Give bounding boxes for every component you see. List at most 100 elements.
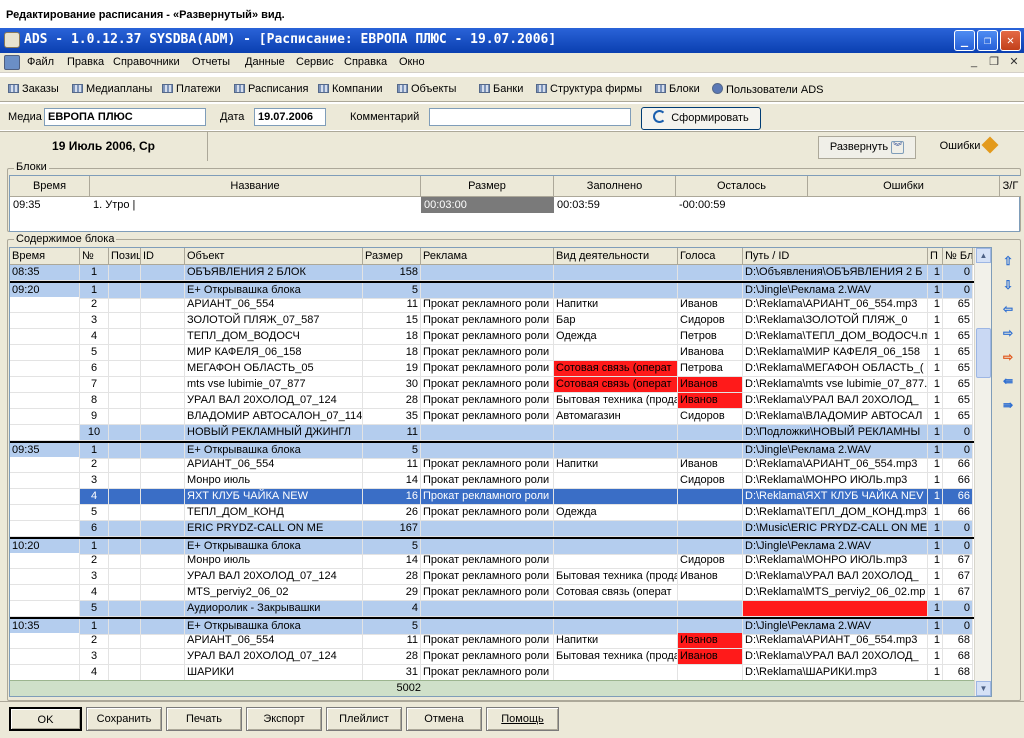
- cell-p[interactable]: 1: [928, 329, 943, 345]
- cell-size[interactable]: 26: [363, 505, 421, 521]
- scrollbar-thumb[interactable]: [976, 328, 991, 378]
- cell-advertising[interactable]: Прокат рекламного роли: [421, 345, 554, 361]
- cell-object[interactable]: Аудиоролик - Закрывашки: [185, 601, 363, 617]
- col-p[interactable]: П: [928, 248, 943, 265]
- cell-activity[interactable]: Бытовая техника (прода: [554, 569, 678, 585]
- scroll-down-icon[interactable]: ▼: [976, 681, 991, 696]
- blocks-col-zg[interactable]: З/Г: [1000, 176, 1021, 197]
- cell-time[interactable]: [10, 313, 80, 329]
- cell-path[interactable]: D:\Reklama\АРИАНТ_06_554.mp3: [743, 457, 928, 473]
- cell-advertising[interactable]: Прокат рекламного роли: [421, 329, 554, 345]
- cell-advertising[interactable]: [421, 601, 554, 617]
- cell-advertising[interactable]: Прокат рекламного роли: [421, 313, 554, 329]
- cell-id[interactable]: [141, 393, 185, 409]
- cell-advertising[interactable]: Прокат рекламного роли: [421, 569, 554, 585]
- cell-activity[interactable]: Напитки: [554, 297, 678, 313]
- cell-path[interactable]: D:\Подложки\НОВЫЙ РЕКЛАМНЫ: [743, 425, 928, 441]
- table-row[interactable]: 2 Монро июль 14 Прокат рекламного роли Сидор…: [10, 553, 991, 569]
- cell-size[interactable]: 35: [363, 409, 421, 425]
- cell-activity[interactable]: Напитки: [554, 633, 678, 649]
- table-row[interactable]: 3 Монро июль 14 Прокат рекламного роли Сидор…: [10, 473, 991, 489]
- cell-position[interactable]: [109, 489, 141, 505]
- cell-block-number[interactable]: 66: [943, 473, 973, 489]
- cell-size[interactable]: 31: [363, 665, 421, 681]
- cell-object[interactable]: МИР КАФЕЛЯ_06_158: [185, 345, 363, 361]
- cell-voices[interactable]: [678, 521, 743, 537]
- cell-id[interactable]: [141, 585, 185, 601]
- cell-position[interactable]: [109, 409, 141, 425]
- table-row[interactable]: 9 ВЛАДОМИР АВТОСАЛОН_07_114 35 Прокат рекла…: [10, 409, 991, 425]
- blocks-col-name[interactable]: Название: [90, 176, 421, 197]
- cell-number[interactable]: 9: [80, 409, 109, 425]
- cell-size[interactable]: 29: [363, 585, 421, 601]
- cell-path[interactable]: D:\Reklama\УРАЛ ВАЛ 20ХОЛОД_: [743, 569, 928, 585]
- cell-id[interactable]: [141, 313, 185, 329]
- cell-p[interactable]: 1: [928, 425, 943, 441]
- cell-time[interactable]: [10, 457, 80, 473]
- cell-size[interactable]: 28: [363, 393, 421, 409]
- cell-path[interactable]: D:\Reklama\АРИАНТ_06_554.mp3: [743, 297, 928, 313]
- col-object[interactable]: Объект: [185, 248, 363, 265]
- block-remaining-cell[interactable]: -00:00:59: [676, 197, 808, 213]
- menu-references[interactable]: Справочники: [113, 56, 180, 68]
- table-row[interactable]: 6 ERIC PRYDZ-CALL ON ME 167 D:\Music\ERIC P…: [10, 521, 991, 537]
- cell-advertising[interactable]: [421, 521, 554, 537]
- save-button[interactable]: Сохранить: [86, 707, 162, 731]
- cell-activity[interactable]: Сотовая связь (операт: [554, 361, 678, 377]
- cell-voices[interactable]: [678, 601, 743, 617]
- cell-path[interactable]: D:\Reklama\ВЛАДОМИР АВТОСАЛ: [743, 409, 928, 425]
- cell-time[interactable]: [10, 361, 80, 377]
- menu-file[interactable]: Файл: [27, 56, 54, 68]
- cell-voices[interactable]: [678, 665, 743, 681]
- cell-size[interactable]: 18: [363, 345, 421, 361]
- block-filled-cell[interactable]: 00:03:59: [554, 197, 676, 213]
- cell-voices[interactable]: Иванов: [678, 377, 743, 393]
- cell-id[interactable]: [141, 569, 185, 585]
- cell-object[interactable]: АРИАНТ_06_554: [185, 457, 363, 473]
- cell-p[interactable]: 1: [928, 553, 943, 569]
- blocks-col-time[interactable]: Время: [10, 176, 90, 197]
- cell-advertising[interactable]: Прокат рекламного роли: [421, 633, 554, 649]
- mdi-close-button[interactable]: ✕: [1006, 55, 1022, 70]
- cell-advertising[interactable]: Прокат рекламного роли: [421, 297, 554, 313]
- col-advertising[interactable]: Реклама: [421, 248, 554, 265]
- cell-number[interactable]: 2: [80, 633, 109, 649]
- cell-path[interactable]: D:\Music\ERIC PRYDZ-CALL ON ME: [743, 521, 928, 537]
- cell-id[interactable]: [141, 489, 185, 505]
- cell-advertising[interactable]: Прокат рекламного роли: [421, 409, 554, 425]
- cell-path[interactable]: D:\Reklama\УРАЛ ВАЛ 20ХОЛОД_: [743, 393, 928, 409]
- cell-block-number[interactable]: 67: [943, 585, 973, 601]
- cell-id[interactable]: [141, 297, 185, 313]
- cell-activity[interactable]: Автомагазин: [554, 409, 678, 425]
- col-size[interactable]: Размер: [363, 248, 421, 265]
- cell-advertising[interactable]: Прокат рекламного роли: [421, 473, 554, 489]
- toolbar-payments[interactable]: Платежи: [162, 83, 221, 95]
- cell-position[interactable]: [109, 457, 141, 473]
- cell-id[interactable]: [141, 665, 185, 681]
- cell-activity[interactable]: Бытовая техника (прода: [554, 393, 678, 409]
- cell-path[interactable]: D:\Reklama\МЕГАФОН ОБЛАСТЬ_(: [743, 361, 928, 377]
- cell-voices[interactable]: [678, 489, 743, 505]
- toolbar-ads-users[interactable]: Пользователи ADS: [712, 83, 823, 96]
- cell-object[interactable]: ЯХТ КЛУБ ЧАЙКА NEW: [185, 489, 363, 505]
- col-block-number[interactable]: № Блока: [943, 248, 973, 265]
- cell-number[interactable]: 5: [80, 505, 109, 521]
- menu-edit[interactable]: Правка: [67, 56, 104, 68]
- cell-id[interactable]: [141, 553, 185, 569]
- arrow-right-red-icon[interactable]: ⇨: [999, 348, 1017, 366]
- block-size-cell[interactable]: 00:03:00: [421, 197, 554, 213]
- cell-activity[interactable]: [554, 601, 678, 617]
- cell-size[interactable]: 11: [363, 457, 421, 473]
- cell-voices[interactable]: Сидоров: [678, 553, 743, 569]
- scroll-up-icon[interactable]: ▲: [976, 248, 991, 263]
- cell-object[interactable]: ОБЪЯВЛЕНИЯ 2 БЛОК: [185, 265, 363, 281]
- cell-block-number[interactable]: 0: [943, 425, 973, 441]
- cell-path[interactable]: D:\Reklama\MTS_perviy2_06_02.mp: [743, 585, 928, 601]
- cell-position[interactable]: [109, 425, 141, 441]
- cell-block-number[interactable]: 68: [943, 665, 973, 681]
- cell-voices[interactable]: Иванов: [678, 297, 743, 313]
- cell-activity[interactable]: Одежда: [554, 505, 678, 521]
- cell-time[interactable]: [10, 393, 80, 409]
- menu-service[interactable]: Сервис: [296, 56, 334, 68]
- cell-p[interactable]: 1: [928, 569, 943, 585]
